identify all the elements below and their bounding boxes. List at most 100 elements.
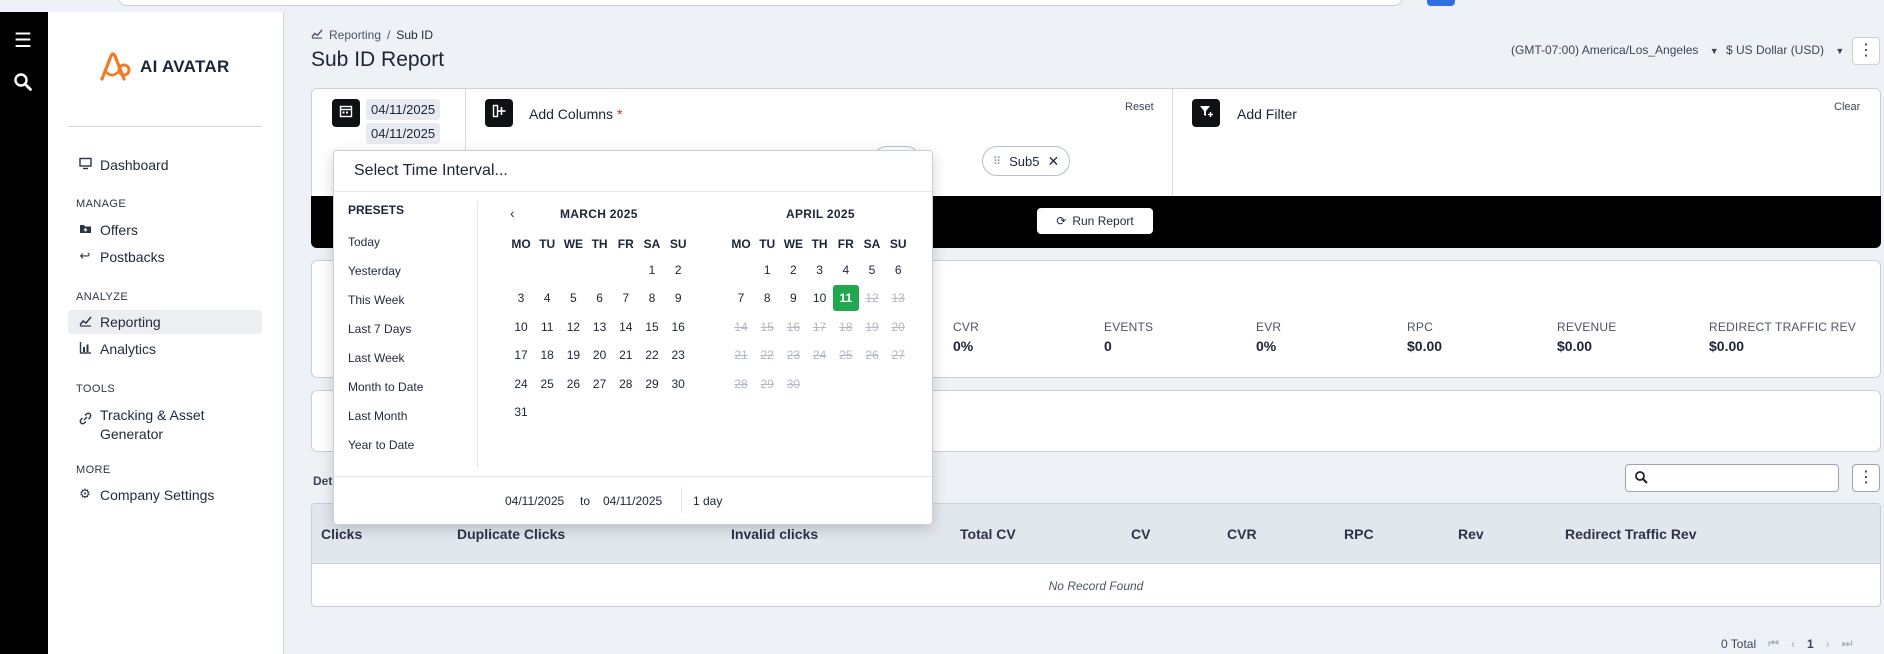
march-day-16[interactable]: 16 xyxy=(665,314,691,340)
timezone-select[interactable]: (GMT-07:00) America/Los_Angeles ▼ xyxy=(1511,43,1719,57)
april-day-4[interactable]: 4 xyxy=(833,257,859,283)
sidebar-item-reporting[interactable]: Reporting xyxy=(68,310,262,334)
preset-last-month[interactable]: Last Month xyxy=(348,409,407,423)
march-day-6[interactable]: 6 xyxy=(587,285,613,311)
preset-this-week[interactable]: This Week xyxy=(348,293,404,307)
column-header-total-cv[interactable]: Total CV xyxy=(960,526,1016,542)
april-day-11[interactable]: 11 xyxy=(832,285,859,312)
march-day-25[interactable]: 25 xyxy=(534,371,560,397)
march-day-29[interactable]: 29 xyxy=(639,371,665,397)
march-day-7[interactable]: 7 xyxy=(613,285,639,311)
march-day-10[interactable]: 10 xyxy=(508,314,534,340)
march-day-28[interactable]: 28 xyxy=(613,371,639,397)
march-day-26[interactable]: 26 xyxy=(560,371,586,397)
preset-last-week[interactable]: Last Week xyxy=(348,351,404,365)
march-day-11[interactable]: 11 xyxy=(534,314,560,340)
analytics-bars-icon xyxy=(78,341,92,355)
monitor-icon xyxy=(78,157,92,171)
preset-today[interactable]: Today xyxy=(348,235,380,249)
run-report-button[interactable]: ⟳ Run Report xyxy=(1037,208,1153,234)
march-day-24[interactable]: 24 xyxy=(508,371,534,397)
close-icon[interactable]: ✕ xyxy=(1047,153,1059,170)
april-day-7[interactable]: 7 xyxy=(728,285,754,311)
april-day-2[interactable]: 2 xyxy=(780,257,806,283)
app-logo[interactable]: AI AVATAR xyxy=(98,52,230,82)
april-day-5[interactable]: 5 xyxy=(859,257,885,283)
sidebar-item-tracking-asset-generator[interactable]: Tracking & Asset Generator xyxy=(68,402,262,444)
march-day-17[interactable]: 17 xyxy=(508,342,534,368)
march-day-27[interactable]: 27 xyxy=(587,371,613,397)
preset-month-to-date[interactable]: Month to Date xyxy=(348,380,423,394)
april-day-8[interactable]: 8 xyxy=(754,285,780,311)
sidebar-item-postbacks[interactable]: ↩ Postbacks xyxy=(68,245,262,269)
clear-filters-button[interactable]: Clear xyxy=(1834,101,1860,113)
march-day-2[interactable]: 2 xyxy=(665,257,691,283)
march-day-13[interactable]: 13 xyxy=(587,314,613,340)
prev-page-icon[interactable]: ‹ xyxy=(1791,637,1795,651)
reset-columns-button[interactable]: Reset xyxy=(1125,101,1154,113)
march-day-21[interactable]: 21 xyxy=(613,342,639,368)
column-header-redirect-traffic-rev[interactable]: Redirect Traffic Rev xyxy=(1565,526,1697,542)
sidebar-item-company-settings[interactable]: ⚙ Company Settings xyxy=(68,483,262,507)
table-search-input[interactable] xyxy=(1625,464,1839,492)
april-day-9[interactable]: 9 xyxy=(780,285,806,311)
march-day-4[interactable]: 4 xyxy=(534,285,560,311)
march-day-22[interactable]: 22 xyxy=(639,342,665,368)
filter-add-icon[interactable] xyxy=(1192,99,1220,127)
column-header-invalid-clicks[interactable]: Invalid clicks xyxy=(731,526,818,542)
preset-last-7-days[interactable]: Last 7 Days xyxy=(348,322,411,336)
last-page-icon[interactable]: ⏭ xyxy=(1842,636,1853,651)
search-icon xyxy=(1634,470,1648,487)
march-day-19[interactable]: 19 xyxy=(560,342,586,368)
sidebar-item-analytics[interactable]: Analytics xyxy=(68,337,262,361)
column-header-rpc[interactable]: RPC xyxy=(1344,526,1374,542)
april-day-6[interactable]: 6 xyxy=(885,257,911,283)
column-chip-sub5[interactable]: ⠿ Sub5 ✕ xyxy=(982,146,1071,176)
march-day-3[interactable]: 3 xyxy=(508,285,534,311)
march-day-18[interactable]: 18 xyxy=(534,342,560,368)
previous-month-button[interactable]: ‹ xyxy=(510,205,515,221)
weekday-header: SU xyxy=(889,237,907,251)
date-from-field[interactable]: 04/11/2025 xyxy=(366,99,441,120)
preset-yesterday[interactable]: Yesterday xyxy=(348,264,401,278)
calendar-icon[interactable] xyxy=(332,99,360,127)
first-page-icon[interactable]: ⏮ xyxy=(1768,636,1779,651)
column-header-clicks[interactable]: Clicks xyxy=(321,526,362,542)
april-day-3[interactable]: 3 xyxy=(807,257,833,283)
search-icon[interactable] xyxy=(12,72,34,94)
column-header-cvr[interactable]: CVR xyxy=(1227,526,1257,542)
drag-handle-icon[interactable]: ⠿ xyxy=(993,155,1001,168)
column-header-cv[interactable]: CV xyxy=(1131,526,1150,542)
preset-year-to-date[interactable]: Year to Date xyxy=(348,438,414,452)
march-day-23[interactable]: 23 xyxy=(665,342,691,368)
march-day-14[interactable]: 14 xyxy=(613,314,639,340)
date-to-field[interactable]: 04/11/2025 xyxy=(366,123,441,144)
march-day-8[interactable]: 8 xyxy=(639,285,665,311)
march-day-15[interactable]: 15 xyxy=(639,314,665,340)
march-day-30[interactable]: 30 xyxy=(665,371,691,397)
add-columns-button[interactable]: Add Columns * xyxy=(529,106,622,122)
current-page[interactable]: 1 xyxy=(1807,637,1814,651)
global-search-field[interactable] xyxy=(118,0,1403,6)
add-filter-button[interactable]: Add Filter xyxy=(1237,106,1297,122)
april-day-10[interactable]: 10 xyxy=(807,285,833,311)
march-day-9[interactable]: 9 xyxy=(665,285,691,311)
add-columns-icon[interactable] xyxy=(485,99,513,127)
sidebar-item-offers[interactable]: Offers xyxy=(68,218,262,242)
march-day-12[interactable]: 12 xyxy=(560,314,586,340)
sidebar-item-dashboard[interactable]: Dashboard xyxy=(68,153,262,177)
march-day-31[interactable]: 31 xyxy=(508,399,534,425)
april-day-1[interactable]: 1 xyxy=(754,257,780,283)
breadcrumb-reporting-link[interactable]: Reporting xyxy=(329,28,381,42)
hamburger-menu-icon[interactable]: ☰ xyxy=(12,30,34,52)
march-day-1[interactable]: 1 xyxy=(639,257,665,283)
column-header-rev[interactable]: Rev xyxy=(1458,526,1484,542)
next-page-icon[interactable]: › xyxy=(1826,637,1830,651)
march-day-5[interactable]: 5 xyxy=(560,285,586,311)
table-more-button[interactable]: ⋮ xyxy=(1852,464,1880,492)
currency-select[interactable]: $ US Dollar (USD) ▼ xyxy=(1726,43,1844,57)
header-more-button[interactable]: ⋮ xyxy=(1852,37,1880,65)
column-header-duplicate-clicks[interactable]: Duplicate Clicks xyxy=(457,526,565,542)
march-day-20[interactable]: 20 xyxy=(587,342,613,368)
april-day-17: 17 xyxy=(812,319,827,334)
